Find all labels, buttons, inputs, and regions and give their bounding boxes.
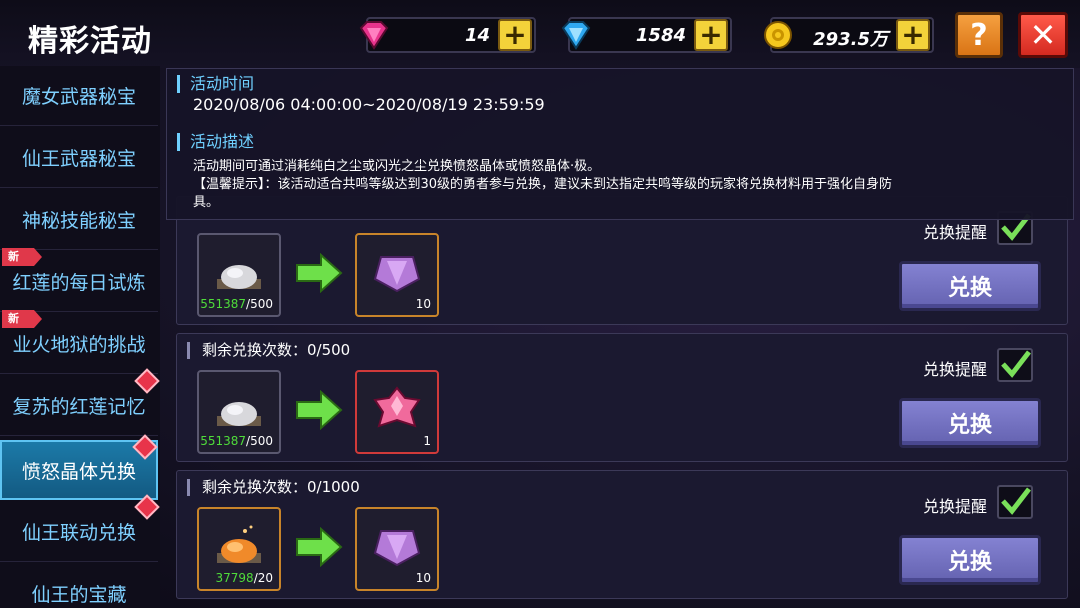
remaining-exchanges-label: 剩余兑换次数：0/1000 (187, 479, 360, 496)
checkmark-icon (1001, 487, 1031, 515)
sidebar-item-label: 复苏的红莲记忆 (12, 396, 146, 418)
add-pink-gem-button[interactable]: + (498, 19, 532, 51)
activity-description-heading: 活动描述 (177, 133, 254, 151)
input-item-slot[interactable]: 551387/500 (197, 370, 281, 454)
blue-diamond-value: 1584 (635, 25, 686, 46)
output-item-slot[interactable]: 1 (355, 370, 439, 454)
sidebar-item-label: 仙王的宝藏 (31, 584, 127, 606)
orange-dust-icon (217, 525, 261, 563)
sidebar-item-label: 神秘技能秘宝 (21, 210, 136, 232)
activity-time-heading: 活动时间 (177, 75, 254, 93)
sidebar-item-mystic-skill-treasure[interactable]: 神秘技能秘宝 (0, 190, 158, 250)
remind-label: 兑换提醒 (922, 360, 987, 379)
exchange-button-label: 兑换 (947, 276, 992, 301)
sidebar-item-xianwang-treasure[interactable]: 仙王的宝藏 (0, 564, 158, 608)
sidebar-item-label: 愤怒晶体兑换 (21, 460, 136, 483)
sidebar: 魔女武器秘宝 仙王武器秘宝 神秘技能秘宝 新 红莲的每日试炼 新 业火地狱的挑战… (0, 66, 160, 608)
arrow-right-icon (296, 527, 343, 567)
notification-dot-icon (132, 434, 158, 460)
sidebar-item-xianwang-weapon-treasure[interactable]: 仙王武器秘宝 (0, 128, 158, 188)
activity-description-line: 活动期间可通过消耗纯白之尘或闪光之尘兑换愤怒晶体或愤怒晶体·极。 (193, 159, 601, 174)
close-icon: ✕ (1029, 16, 1057, 54)
close-button[interactable]: ✕ (1018, 12, 1068, 58)
sidebar-item-label: 魔女武器秘宝 (21, 86, 136, 108)
new-badge: 新 (2, 310, 42, 328)
output-item-slot[interactable]: 10 (355, 507, 439, 591)
remind-label: 兑换提醒 (922, 223, 987, 242)
sidebar-item-label: 业火地狱的挑战 (12, 334, 146, 356)
purple-crystal-icon (373, 530, 421, 567)
gold-coin-icon (758, 15, 798, 55)
sidebar-item-label: 仙王武器秘宝 (21, 148, 136, 170)
pink-gem-icon (354, 15, 394, 55)
sidebar-item-red-lotus-memory[interactable]: 复苏的红莲记忆 (0, 368, 160, 436)
gold-coin-counter: 293.5万 + (764, 17, 934, 53)
exchange-row: 剩余兑换次数：0/500 551387/500 1 兑换提醒 兑换 (176, 333, 1068, 462)
sidebar-item-label: 红莲的每日试炼 (12, 272, 146, 294)
exchange-button[interactable]: 兑换 (899, 261, 1041, 311)
sidebar-item-rage-crystal-exchange[interactable]: 愤怒晶体兑换 (0, 434, 158, 500)
purple-crystal-icon (373, 256, 421, 293)
sidebar-item-label: 仙王联动兑换 (21, 522, 136, 544)
sidebar-item-witch-weapon-treasure[interactable]: 魔女武器秘宝 (0, 66, 158, 126)
remind-checkbox[interactable] (997, 348, 1033, 382)
pink-crystal-icon (373, 386, 421, 428)
sidebar-item-xianwang-collab-exchange[interactable]: 仙王联动兑换 (0, 494, 160, 562)
input-item-slot[interactable]: 37798/20 (197, 507, 281, 591)
activity-description-line: 具。 (193, 195, 220, 210)
item-count: 10 (415, 297, 431, 311)
activity-info-panel: 活动时间 2020/08/06 04:00:00~2020/08/19 23:5… (166, 68, 1074, 220)
page-title: 精彩活动 (28, 24, 152, 59)
item-count: 1 (423, 434, 431, 448)
exchange-button[interactable]: 兑换 (899, 535, 1041, 585)
remind-checkbox[interactable] (997, 485, 1033, 519)
activity-description-line: 【温馨提示】：该活动适合共鸣等级达到30级的勇者参与兑换，建议未到达指定共鸣等级… (193, 177, 893, 192)
blue-diamond-icon (556, 15, 596, 55)
pink-gem-counter: 14 + (359, 17, 536, 53)
arrow-right-icon (296, 390, 343, 430)
white-dust-icon (217, 402, 261, 426)
item-count: 551387/500 (200, 297, 273, 311)
input-item-slot[interactable]: 551387/500 (197, 233, 281, 317)
output-item-slot[interactable]: 10 (355, 233, 439, 317)
blue-diamond-counter: 1584 + (561, 17, 732, 53)
item-count: 10 (415, 571, 431, 585)
arrow-right-icon (296, 253, 343, 293)
item-count: 551387/500 (200, 434, 273, 448)
help-button[interactable]: ? (955, 12, 1003, 58)
exchange-button-label: 兑换 (947, 550, 992, 575)
new-badge: 新 (2, 248, 42, 266)
checkmark-icon (1001, 350, 1031, 378)
add-blue-diamond-button[interactable]: + (694, 19, 728, 51)
sidebar-item-red-lotus-daily-trial[interactable]: 新 红莲的每日试炼 (0, 248, 158, 312)
remind-label: 兑换提醒 (922, 497, 987, 516)
exchange-row: 剩余兑换次数：0/1000 37798/20 10 兑换提醒 兑换 (176, 470, 1068, 599)
sidebar-item-hellfire-challenge[interactable]: 新 业火地狱的挑战 (0, 310, 158, 374)
exchange-button-label: 兑换 (947, 413, 992, 438)
gold-coin-value: 293.5万 (813, 29, 888, 50)
item-count: 37798/20 (215, 571, 274, 585)
add-gold-coin-button[interactable]: + (896, 19, 930, 51)
top-bar: 精彩活动 14 + 1584 + 293.5万 + ? ✕ (0, 0, 1080, 68)
question-mark-icon: ? (970, 17, 988, 53)
activity-time-value: 2020/08/06 04:00:00~2020/08/19 23:59:59 (193, 95, 545, 114)
white-dust-icon (217, 265, 261, 289)
exchange-button[interactable]: 兑换 (899, 398, 1041, 448)
pink-gem-value: 14 (464, 25, 490, 46)
remaining-exchanges-label: 剩余兑换次数：0/500 (187, 342, 350, 359)
